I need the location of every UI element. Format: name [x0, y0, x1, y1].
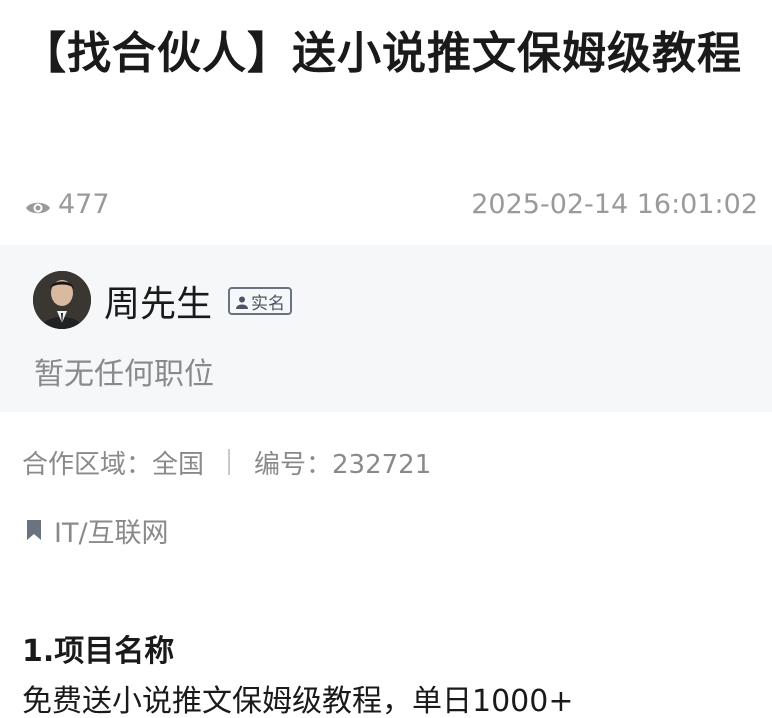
post-datetime: 2025-02-14 16:01:02: [471, 188, 758, 220]
section-body: 免费送小说推文保姆级教程，单日1000+: [22, 684, 574, 718]
industry-tag: IT/互联网: [24, 512, 169, 549]
author-name-row: 周先生 实名: [104, 275, 293, 327]
info-divider: [228, 449, 231, 475]
author-name: 周先生: [104, 284, 213, 325]
verified-badge-label: 实名: [251, 293, 286, 314]
post-info: 合作区域：全国 编号：232721: [22, 444, 431, 480]
post-meta: 477 2025-02-14 16:01:02: [24, 186, 758, 222]
author-position: 暂无任何职位: [34, 357, 214, 392]
person-icon: [235, 294, 249, 309]
author-card[interactable]: 周先生 实名 暂无任何职位: [0, 245, 772, 412]
bookmark-icon: [24, 518, 44, 542]
post-title: 【找合伙人】送小说推文保姆级教程: [22, 28, 742, 79]
post-number: 编号：232721: [254, 449, 432, 480]
view-count: 477: [24, 189, 110, 220]
verified-badge: 实名: [228, 287, 293, 315]
avatar[interactable]: [33, 271, 91, 329]
cooperation-region: 合作区域：全国: [22, 449, 205, 480]
view-count-value: 477: [58, 188, 110, 220]
section-heading: 1.项目名称: [22, 634, 175, 669]
industry-label: IT/互联网: [54, 517, 169, 549]
eye-icon: [24, 194, 52, 214]
post-detail-page: 【找合伙人】送小说推文保姆级教程 477 2025-02-14 16:01:02: [0, 0, 772, 718]
